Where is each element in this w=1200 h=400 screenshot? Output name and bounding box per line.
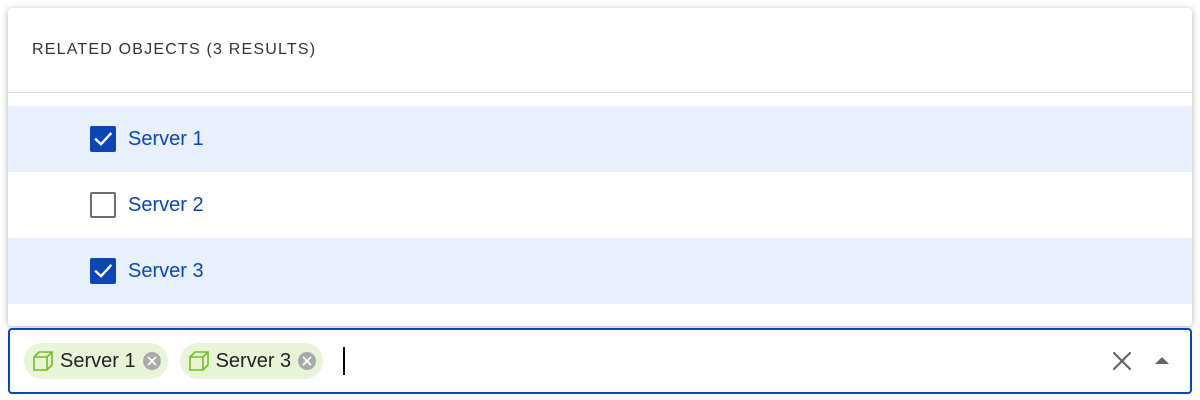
related-objects-dropdown: RELATED OBJECTS (3 RESULTS) Server 1 Ser… bbox=[8, 8, 1192, 326]
selected-chip-server-3: Server 3 bbox=[179, 343, 324, 379]
chip-label: Server 3 bbox=[215, 349, 292, 372]
checkbox-checked-icon[interactable] bbox=[90, 126, 116, 152]
dropdown-header: RELATED OBJECTS (3 RESULTS) bbox=[8, 8, 1192, 93]
chip-label: Server 1 bbox=[60, 349, 136, 372]
option-server-3[interactable]: Server 3 bbox=[8, 238, 1192, 304]
option-label: Server 3 bbox=[128, 259, 204, 282]
option-label: Server 1 bbox=[128, 127, 204, 150]
option-server-2[interactable]: Server 2 bbox=[8, 172, 1192, 238]
triangle-up-icon[interactable] bbox=[1142, 341, 1182, 381]
cube-icon bbox=[30, 348, 56, 374]
chip-remove-icon[interactable] bbox=[142, 351, 162, 371]
checkbox-unchecked-icon[interactable] bbox=[90, 192, 116, 218]
checkbox-checked-icon[interactable] bbox=[90, 258, 116, 284]
related-objects-input[interactable]: Server 1 Server 3 bbox=[8, 328, 1192, 394]
chip-remove-icon[interactable] bbox=[297, 351, 317, 371]
close-icon[interactable] bbox=[1102, 341, 1142, 381]
option-server-1[interactable]: Server 1 bbox=[8, 106, 1192, 172]
selected-chip-server-1: Server 1 bbox=[24, 343, 168, 379]
dropdown-header-title: RELATED OBJECTS (3 RESULTS) bbox=[32, 41, 317, 58]
option-label: Server 2 bbox=[128, 193, 204, 216]
search-input[interactable] bbox=[345, 340, 1102, 382]
option-list: Server 1 Server 2 Server 3 bbox=[8, 106, 1192, 304]
cube-icon bbox=[186, 348, 212, 374]
